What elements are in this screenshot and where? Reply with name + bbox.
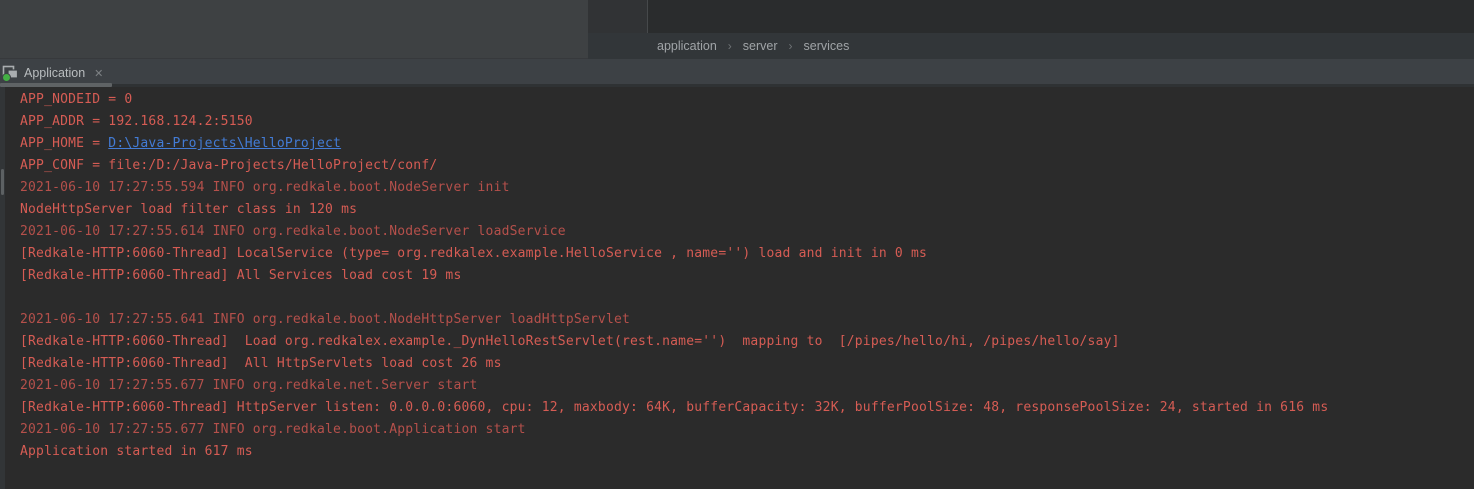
log-text: Application started in 617 ms <box>20 444 253 459</box>
console-line: Application started in 617 ms <box>20 441 1474 463</box>
log-text: 2021-06-10 17:27:55.641 INFO org.redkale… <box>20 312 630 327</box>
console-output[interactable]: APP_NODEID = 0 APP_ADDR = 192.168.124.2:5… <box>20 89 1474 463</box>
log-text: [Redkale-HTTP:6060-Thread] HttpServer li… <box>20 400 1328 415</box>
scrollbar-thumb[interactable] <box>1 169 4 195</box>
console-line <box>20 287 1474 309</box>
log-text: APP_HOME = <box>20 136 108 151</box>
close-icon[interactable]: ✕ <box>94 67 103 80</box>
console-line: APP_CONF = file:/D:/Java-Projects/HelloP… <box>20 155 1474 177</box>
console-line: 2021-06-10 17:27:55.614 INFO org.redkale… <box>20 221 1474 243</box>
log-text: [Redkale-HTTP:6060-Thread] All HttpServl… <box>20 356 502 371</box>
log-text: 2021-06-10 17:27:55.614 INFO org.redkale… <box>20 224 566 239</box>
console-line: APP_NODEID = 0 <box>20 89 1474 111</box>
breadcrumb-item-services[interactable]: services <box>804 39 850 53</box>
console-line: [Redkale-HTTP:6060-Thread] All HttpServl… <box>20 353 1474 375</box>
console-panel: APP_NODEID = 0 APP_ADDR = 192.168.124.2:5… <box>0 87 1474 489</box>
file-link[interactable]: D:\Java-Projects\HelloProject <box>108 136 341 151</box>
console-line: [Redkale-HTTP:6060-Thread] Load org.redk… <box>20 331 1474 353</box>
log-text: [Redkale-HTTP:6060-Thread] LocalService … <box>20 246 927 261</box>
breadcrumb-separator-icon: › <box>728 39 732 53</box>
console-line: 2021-06-10 17:27:55.677 INFO org.redkale… <box>20 419 1474 441</box>
breadcrumb-item-application[interactable]: application <box>657 39 717 53</box>
top-left-panel <box>0 0 588 59</box>
run-tab-bar: Application ✕ <box>0 59 1474 87</box>
log-text: APP_ADDR = 192.168.124.2:5150 <box>20 114 253 129</box>
console-line: [Redkale-HTTP:6060-Thread] HttpServer li… <box>20 397 1474 419</box>
console-line: APP_ADDR = 192.168.124.2:5150 <box>20 111 1474 133</box>
log-text: NodeHttpServer load filter class in 120 … <box>20 202 357 217</box>
breadcrumb: application › server › services <box>588 33 1474 59</box>
running-green-dot <box>3 74 10 81</box>
log-text: APP_CONF = file:/D:/Java-Projects/HelloP… <box>20 158 437 173</box>
console-line: 2021-06-10 17:27:55.594 INFO org.redkale… <box>20 177 1474 199</box>
log-text: [Redkale-HTTP:6060-Thread] Load org.redk… <box>20 334 1120 349</box>
breadcrumb-separator-icon: › <box>789 39 793 53</box>
console-line: [Redkale-HTTP:6060-Thread] All Services … <box>20 265 1474 287</box>
log-text: 2021-06-10 17:27:55.594 INFO org.redkale… <box>20 180 510 195</box>
console-line: [Redkale-HTTP:6060-Thread] LocalService … <box>20 243 1474 265</box>
log-text: 2021-06-10 17:27:55.677 INFO org.redkale… <box>20 422 526 437</box>
editor-split-divider <box>588 0 648 33</box>
console-gutter <box>0 87 5 489</box>
console-line: 2021-06-10 17:27:55.641 INFO org.redkale… <box>20 309 1474 331</box>
console-line: NodeHttpServer load filter class in 120 … <box>20 199 1474 221</box>
tab-label: Application <box>24 66 85 80</box>
ide-window: application › server › services Application … <box>0 0 1474 489</box>
editor-top-strip <box>588 0 1474 33</box>
log-text: APP_NODEID = 0 <box>20 92 132 107</box>
log-text: [Redkale-HTTP:6060-Thread] All Services … <box>20 268 461 283</box>
console-icon <box>2 65 19 81</box>
console-line: 2021-06-10 17:27:55.677 INFO org.redkale… <box>20 375 1474 397</box>
console-line: APP_HOME = D:\Java-Projects\HelloProject <box>20 133 1474 155</box>
breadcrumb-item-server[interactable]: server <box>743 39 778 53</box>
log-text: 2021-06-10 17:27:55.677 INFO org.redkale… <box>20 378 478 393</box>
